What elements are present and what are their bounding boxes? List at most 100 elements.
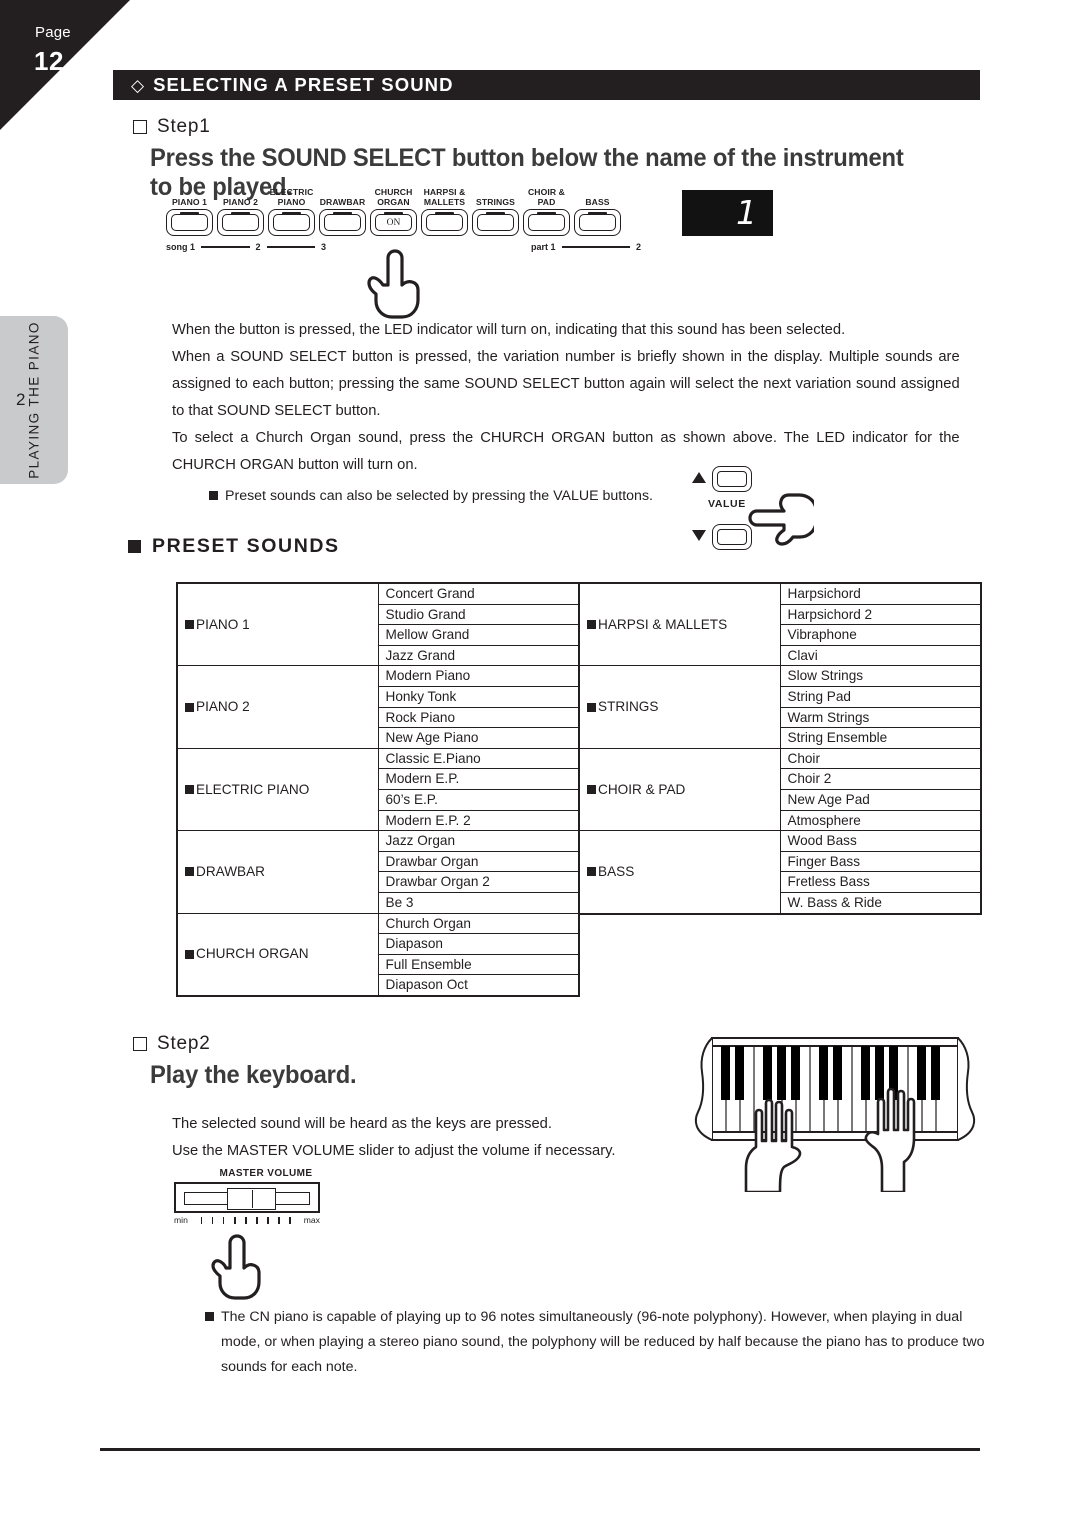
sound-select-button-choir-pad[interactable]: CHOIR & PAD (523, 186, 570, 236)
square-bullet-icon (128, 540, 141, 553)
category-cell: CHOIR & PAD (578, 747, 781, 832)
master-volume-title: MASTER VOLUME (219, 1168, 313, 1179)
button-key[interactable] (421, 209, 468, 236)
category-label: STRINGS (598, 699, 659, 715)
button-inner (171, 214, 208, 231)
max-label: max (303, 1215, 320, 1225)
sound-cell: Concert Grand (377, 581, 580, 605)
step2-paragraph-1: The selected sound will be heard as the … (172, 1115, 552, 1132)
empty-cell (780, 953, 981, 973)
sound-cell: Atmosphere (779, 809, 982, 832)
button-key[interactable] (268, 209, 315, 236)
sound-select-button-piano1[interactable]: PIANO 1 (166, 186, 213, 236)
table-row-spacer (579, 914, 981, 934)
value-up-arrow-icon (692, 472, 706, 483)
sound-cell: Studio Grand (377, 603, 580, 626)
category-label: DRAWBAR (196, 864, 265, 880)
song-label: song 1 (166, 242, 196, 252)
button-key[interactable] (574, 209, 621, 236)
pointing-hand-icon (362, 243, 438, 324)
sound-cell: Harpsichord (779, 581, 982, 605)
footer-divider (100, 1448, 980, 1451)
button-key[interactable] (472, 209, 519, 236)
sound-select-button-harpsi-mallets[interactable]: HARPSI & MALLETS (421, 186, 468, 236)
song-label-2: 2 (255, 242, 261, 252)
keyboard-illustration (690, 1032, 980, 1197)
sound-cell: String Ensemble (779, 727, 982, 749)
page-corner-tab: Page 12 (0, 0, 130, 130)
diamond-icon: ◇ (131, 75, 145, 95)
empty-cell (579, 972, 780, 992)
sound-select-button-strings[interactable]: STRINGS (472, 186, 519, 236)
sound-select-button-piano2[interactable]: PIANO 2 (217, 186, 264, 236)
preset-table-left: PIANO 1 Concert Grand Studio Grand Mello… (176, 581, 580, 997)
sound-cell: Drawbar Organ (377, 850, 580, 873)
sound-cell: Finger Bass (779, 850, 982, 873)
category-label: PIANO 2 (196, 699, 250, 715)
preset-sounds-title: PRESET SOUNDS (152, 535, 340, 557)
table-row: PIANO 1 Concert Grand (176, 581, 580, 667)
button-caption: ELECTRIC PIANO (269, 187, 314, 207)
sound-cell: Vibraphone (779, 624, 982, 646)
button-on-label: ON (386, 217, 401, 228)
sound-cell: Wood Bass (779, 830, 982, 852)
value-down-arrow-icon (692, 530, 706, 541)
sound-cell: Choir (779, 747, 982, 770)
category-cell: DRAWBAR (176, 830, 379, 914)
preset-sounds-heading: PRESET SOUNDS (128, 535, 340, 558)
sound-cell: Jazz Organ (377, 830, 580, 852)
button-inner (579, 214, 616, 231)
sound-cell: Harpsichord 2 (779, 603, 982, 626)
square-bullet-icon (185, 702, 194, 712)
sound-cell: Slow Strings (779, 665, 982, 687)
step2-label: Step2 (157, 1033, 211, 1054)
sound-select-button-bass[interactable]: BASS (574, 186, 621, 236)
step2-paragraph-2: Use the MASTER VOLUME slider to adjust t… (172, 1142, 616, 1159)
button-key[interactable] (166, 209, 213, 236)
square-bullet-icon (205, 1312, 214, 1321)
sound-cell: Jazz Grand (377, 644, 580, 667)
square-bullet-icon (185, 949, 194, 959)
sound-cell: W. Bass & Ride (779, 891, 982, 915)
slider-knob[interactable] (227, 1188, 276, 1210)
empty-cell (579, 933, 780, 953)
sound-cell: Honky Tonk (377, 685, 580, 708)
part-range-label-row: part 1 2 (531, 242, 641, 252)
sound-select-button-church-organ[interactable]: CHURCH ORGAN ON (370, 186, 417, 236)
pointing-hand-icon-volume (210, 1230, 272, 1305)
sound-select-button-electric-piano[interactable]: ELECTRIC PIANO (268, 186, 315, 236)
button-key[interactable] (319, 209, 366, 236)
tick-marks (200, 1216, 291, 1224)
sound-cell: New Age Piano (377, 727, 580, 749)
button-inner: ON (375, 214, 412, 231)
button-key[interactable] (217, 209, 264, 236)
table-row-spacer (579, 933, 981, 953)
sound-cell: Rock Piano (377, 706, 580, 729)
table-row: STRINGS Slow Strings (578, 665, 982, 749)
sound-cell: Modern Piano (377, 665, 580, 687)
preset-table-right: HARPSI & MALLETS Harpsichord Harpsichord… (578, 581, 982, 997)
note-text: Preset sounds can also be selected by pr… (225, 488, 653, 504)
note-text: The CN piano is capable of playing up to… (221, 1309, 985, 1375)
checkbox-square-icon (133, 120, 147, 134)
button-caption: PIANO 2 (222, 196, 259, 207)
button-key[interactable] (523, 209, 570, 236)
square-bullet-icon (587, 867, 596, 877)
value-label: VALUE (708, 498, 746, 510)
section-title: SELECTING A PRESET SOUND (153, 74, 454, 95)
sound-cell: Mellow Grand (377, 624, 580, 646)
sound-cell: Diapason (377, 933, 580, 955)
step2-body: The selected sound will be heard as the … (172, 1110, 676, 1164)
button-caption: BASS (585, 196, 610, 207)
table-row: CHOIR & PAD Choir (578, 747, 982, 832)
sound-cell: Drawbar Organ 2 (377, 871, 580, 893)
sound-cell: Clavi (779, 644, 982, 667)
table-row: CHURCH ORGAN Church Organ (176, 912, 580, 997)
button-key[interactable]: ON (370, 209, 417, 236)
sound-select-button-drawbar[interactable]: DRAWBAR (319, 186, 366, 236)
button-inner (324, 214, 361, 231)
button-caption: CHOIR & PAD (528, 187, 565, 207)
category-cell: CHURCH ORGAN (176, 912, 379, 997)
button-inner (477, 214, 514, 231)
table-row: PIANO 2 Modern Piano (176, 665, 580, 749)
